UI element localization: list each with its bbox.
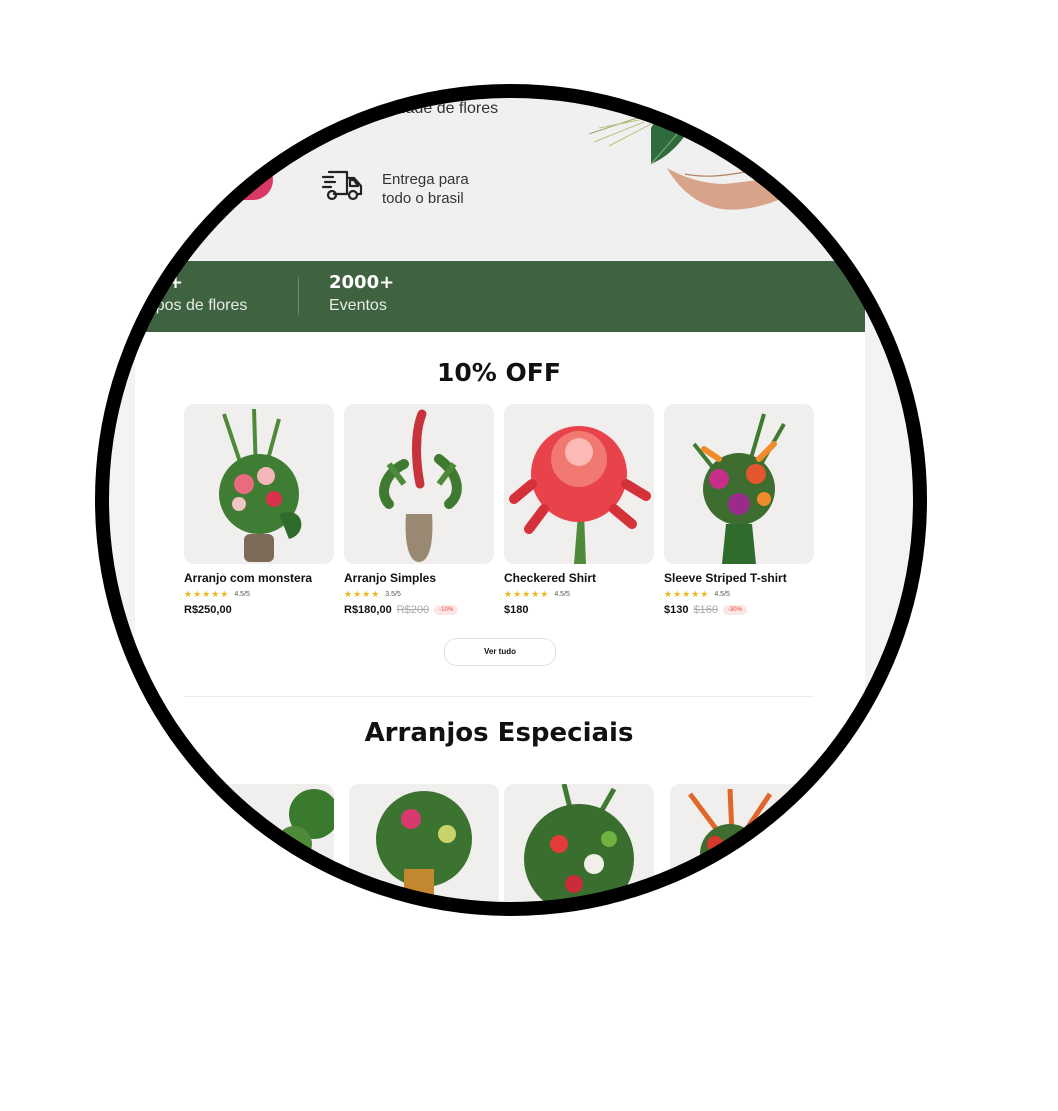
truck-icon bbox=[321, 170, 363, 201]
star-rating: ★★★★★ 4.5/5 bbox=[184, 589, 334, 600]
product-image[interactable] bbox=[664, 404, 814, 564]
hand-decoration bbox=[667, 168, 783, 210]
flower-arrangement-image bbox=[692, 413, 786, 564]
product-name[interactable]: Checkered Shirt bbox=[504, 571, 654, 585]
view-all-button[interactable]: Ver tudo bbox=[444, 638, 556, 666]
rating-value: 4.5/5 bbox=[234, 591, 250, 598]
price: $180 bbox=[504, 604, 529, 616]
price-row: $180 bbox=[504, 604, 654, 616]
discount-badge: -30% bbox=[722, 605, 747, 615]
rating-value: 4.5/5 bbox=[714, 591, 730, 598]
magnified-view: ariedade de flores Entrega para todo o b… bbox=[95, 84, 927, 916]
product-name[interactable]: Arranjo Simples bbox=[344, 571, 494, 585]
product-name[interactable]: Arranjo com monstera bbox=[184, 571, 334, 585]
price-row: R$180,00 R$200 -10% bbox=[344, 604, 494, 616]
special-product-image[interactable] bbox=[504, 784, 654, 916]
hero-text: ariedade de flores bbox=[370, 100, 499, 117]
flower-arrangement-image bbox=[376, 791, 472, 909]
stat-number: 2000+ bbox=[329, 272, 395, 293]
rating-value: 3.5/5 bbox=[385, 591, 401, 598]
price: $130 bbox=[664, 604, 689, 616]
flower-arrangement-image bbox=[524, 784, 634, 914]
stat-flower-types: 00+ Tipos de flores bbox=[143, 272, 247, 315]
stat-label: Tipos de flores bbox=[143, 297, 248, 314]
product-card[interactable]: Sleeve Striped T-shirt ★★★★★ 4.5/5 $130 … bbox=[664, 404, 814, 616]
delivery-line-1: Entrega para bbox=[382, 171, 469, 188]
flower-arrangement-image bbox=[276, 789, 334, 862]
star-icon: ★★★★★ bbox=[184, 589, 230, 599]
product-card[interactable]: Arranjo Simples ★★★★ 3.5/5 R$180,00 R$20… bbox=[344, 404, 494, 616]
product-card[interactable]: Checkered Shirt ★★★★★ 4.5/5 $180 bbox=[504, 404, 654, 616]
price: R$250,00 bbox=[184, 604, 232, 616]
price-row: R$250,00 bbox=[184, 604, 334, 616]
special-product-image[interactable] bbox=[670, 784, 820, 916]
section-title-special: Arranjos Especiais bbox=[364, 718, 634, 748]
product-image[interactable] bbox=[184, 404, 334, 564]
stats-band: 00+ Tipos de flores 2000+ Eventos bbox=[95, 261, 865, 332]
stat-events: 2000+ Eventos bbox=[329, 272, 394, 315]
product-card[interactable]: Arranjo com monstera ★★★★★ 4.5/5 R$250,0… bbox=[184, 404, 334, 616]
price-row: $130 $160 -30% bbox=[664, 604, 814, 616]
product-image[interactable] bbox=[504, 404, 654, 564]
star-icon: ★★★★★ bbox=[504, 589, 550, 599]
stat-label: Eventos bbox=[329, 297, 387, 314]
special-product-image[interactable] bbox=[184, 784, 334, 916]
star-rating: ★★★★★ 4.5/5 bbox=[504, 589, 654, 600]
special-product-image[interactable] bbox=[349, 784, 499, 916]
delivery-line-2: todo o brasil bbox=[382, 190, 464, 207]
star-icon: ★★★★★ bbox=[664, 589, 710, 599]
hero-section: ariedade de flores Entrega para todo o b… bbox=[95, 84, 927, 261]
star-icon: ★★★★ bbox=[344, 589, 381, 599]
delivery-info: Entrega para todo o brasil bbox=[382, 170, 522, 208]
old-price: $160 bbox=[693, 604, 718, 616]
cta-button[interactable] bbox=[183, 160, 273, 200]
discount-badge: -10% bbox=[434, 605, 459, 615]
flower-arrangement-image bbox=[219, 408, 302, 562]
star-rating: ★★★★★ 4.5/5 bbox=[664, 589, 814, 600]
flower-arrangement-image bbox=[688, 788, 773, 884]
product-name[interactable]: Sleeve Striped T-shirt bbox=[664, 571, 814, 585]
stat-number: 00+ bbox=[143, 272, 184, 293]
star-rating: ★★★★ 3.5/5 bbox=[344, 589, 494, 600]
flower-arrangement-image bbox=[379, 409, 462, 562]
stats-divider bbox=[298, 277, 299, 315]
price: R$180,00 bbox=[344, 604, 392, 616]
rating-value: 4.5/5 bbox=[554, 591, 570, 598]
flower-image bbox=[509, 426, 651, 564]
section-title-offers: 10% OFF bbox=[437, 358, 561, 387]
section-divider bbox=[184, 696, 814, 697]
product-image[interactable] bbox=[344, 404, 494, 564]
old-price: R$200 bbox=[396, 604, 430, 616]
